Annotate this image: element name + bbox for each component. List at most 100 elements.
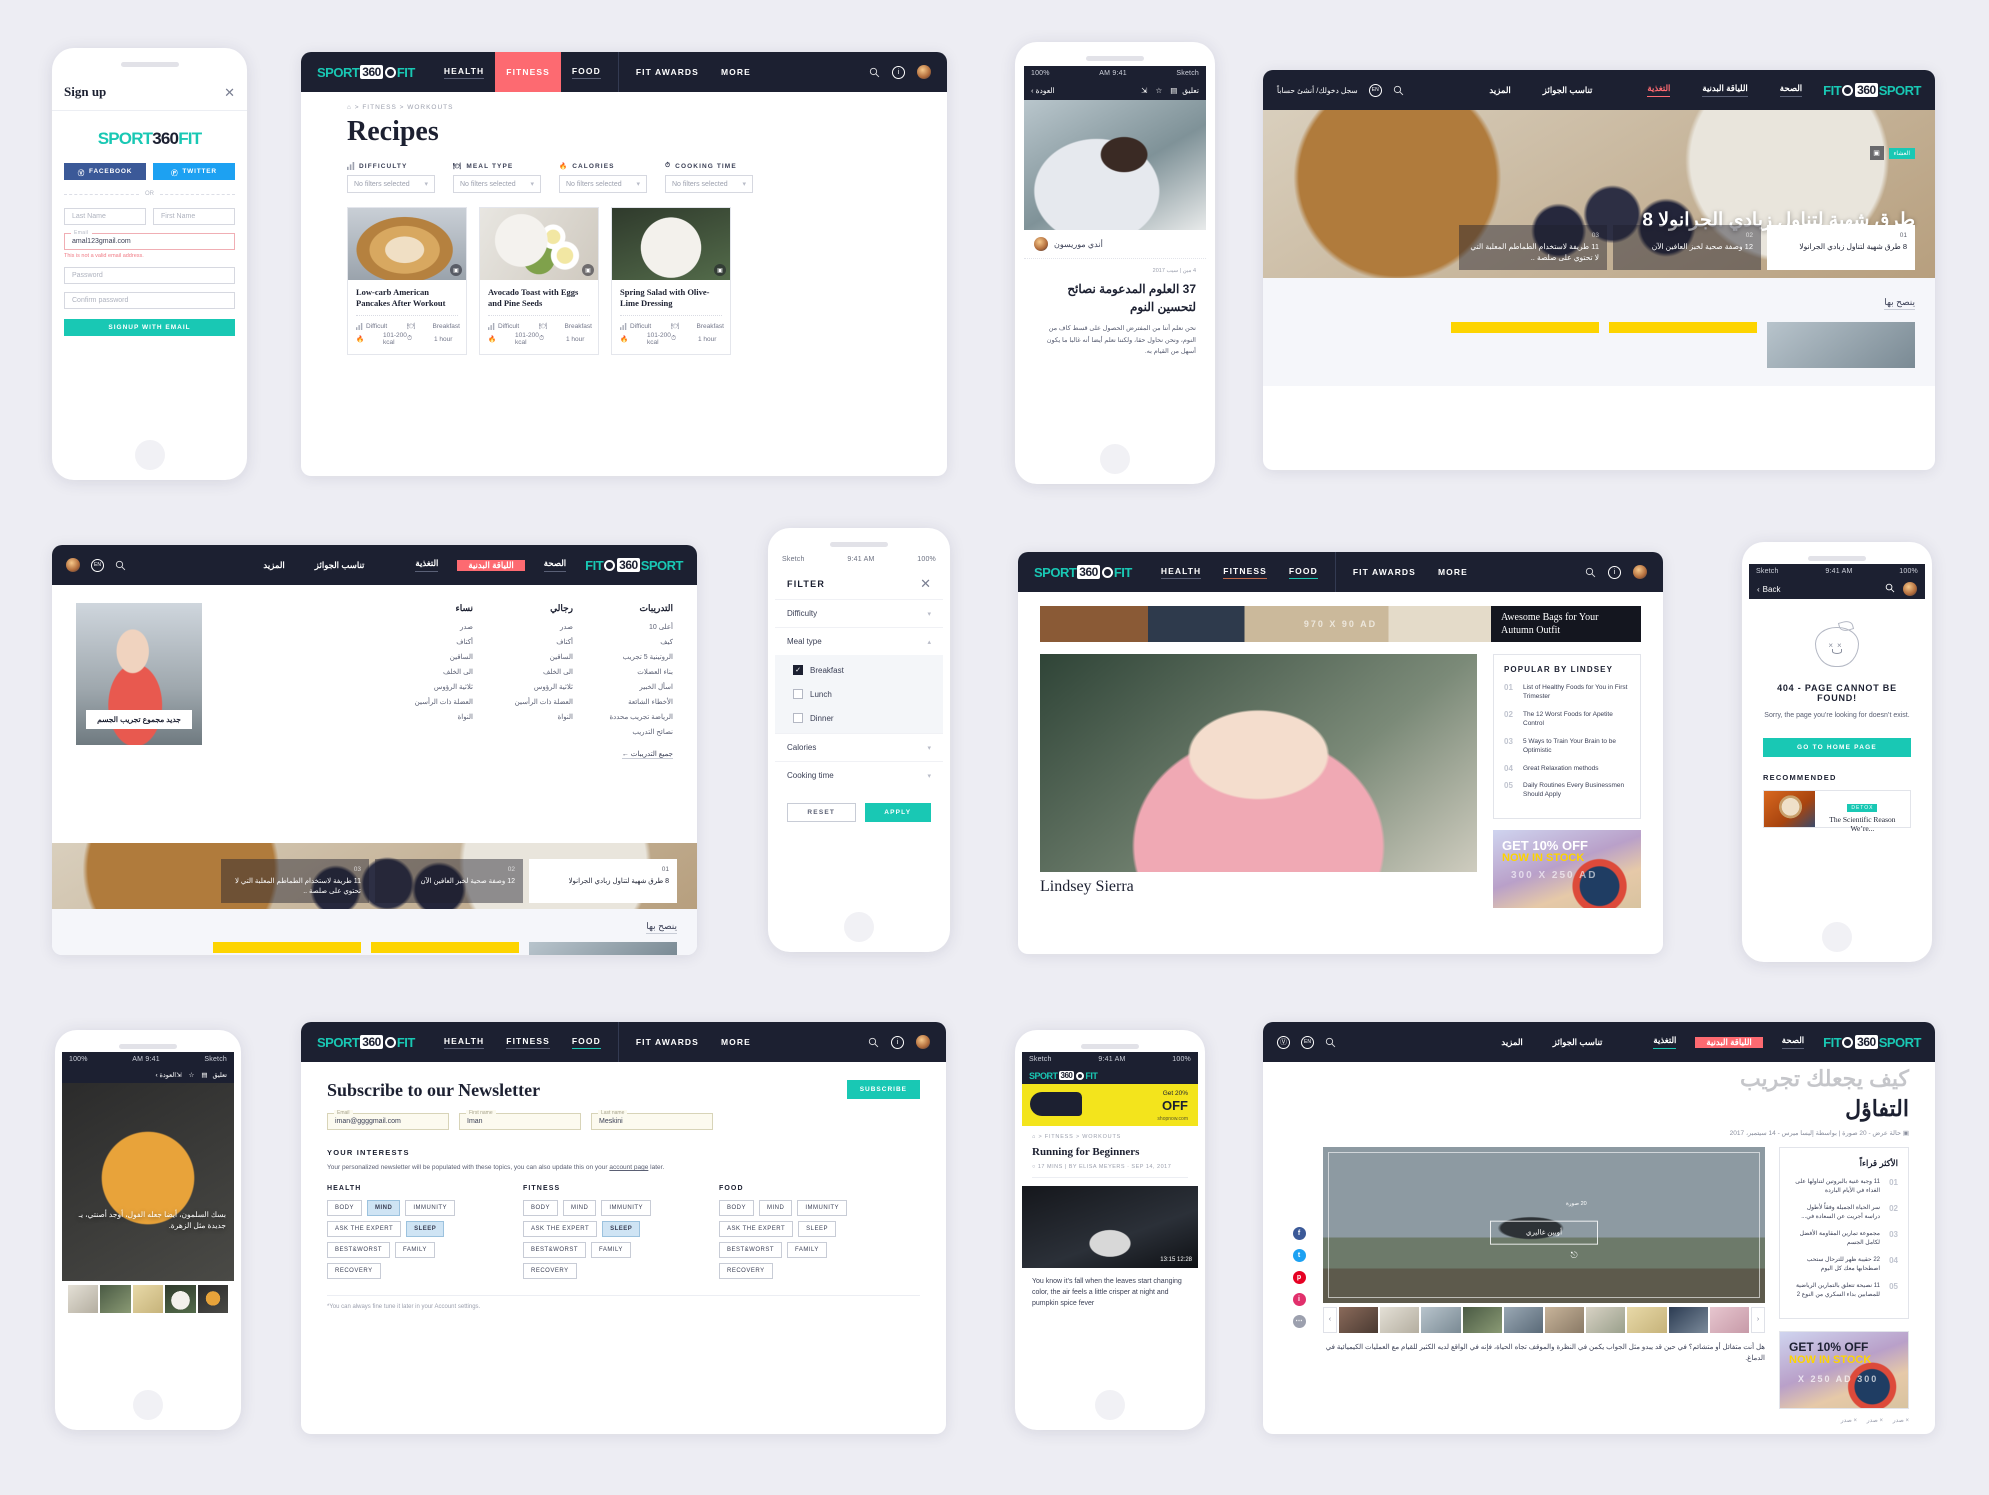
interest-tag[interactable]: BODY — [523, 1200, 559, 1216]
hero-card[interactable]: 02 12 وصفة صحية لخبز العافين الآن — [1613, 224, 1761, 270]
thumbnail[interactable] — [1503, 1306, 1543, 1333]
tag-chip[interactable]: × صدر — [1867, 1418, 1883, 1424]
recipe-card[interactable]: ▣ Low-carb American Pancakes After Worko… — [347, 207, 467, 356]
sidebar-ad[interactable]: GET 10% OFF NOW IN STOCK 300 X 250 AD — [1779, 1330, 1909, 1409]
hero-card-active[interactable]: 01 8 طرق شهية لتناول زبادي الجرانولا — [529, 859, 677, 903]
interest-tag[interactable]: BODY — [327, 1200, 363, 1216]
search-icon[interactable] — [1393, 85, 1404, 96]
thumbnail[interactable] — [1338, 1306, 1379, 1333]
nav-item-awards[interactable]: تناسب الجوائز — [1542, 1037, 1614, 1048]
menu-item[interactable]: ثلاثية الرؤوس — [487, 683, 573, 691]
thumbnail[interactable] — [1668, 1306, 1708, 1333]
thumbnail[interactable] — [100, 1285, 131, 1313]
interest-tag[interactable]: FAMILY — [787, 1242, 827, 1258]
brand-logo[interactable]: SPORT 360 FIT — [317, 65, 415, 80]
info-icon[interactable]: i — [892, 65, 905, 79]
nav-item-health[interactable]: HEALTH — [433, 52, 495, 92]
email-input[interactable]: Email amal123gmail.com — [64, 230, 235, 250]
info-icon[interactable]: i — [1608, 565, 1621, 579]
close-icon[interactable]: ✕ — [920, 577, 931, 590]
nav-item-fit-awards[interactable]: FIT AWARDS — [625, 1022, 710, 1062]
email-field[interactable]: Email iman@ggggmail.com — [327, 1110, 449, 1130]
interest-tag[interactable]: BEST&WORST — [523, 1242, 587, 1258]
go-home-button[interactable]: GO TO HOME PAGE — [1763, 737, 1911, 757]
avatar[interactable] — [1903, 582, 1917, 596]
recommend-card[interactable] — [213, 942, 361, 955]
comment-icon[interactable]: ▤ — [201, 1071, 207, 1079]
home-button[interactable] — [134, 440, 165, 470]
nav-item-fitness[interactable]: FITNESS — [1212, 552, 1278, 592]
comment-icon[interactable]: ▤ — [1170, 86, 1177, 95]
user-icon[interactable]: Ⓥ — [1277, 1035, 1290, 1049]
password-input[interactable]: Password — [64, 267, 235, 284]
subscribe-button[interactable]: SUBSCRIBE — [846, 1080, 920, 1099]
interest-tag[interactable]: RECOVERY — [523, 1263, 577, 1279]
most-read-item[interactable]: 04 22 حقيبة ظهر للترحال ستحب اصطحابها معك… — [1790, 1256, 1898, 1274]
filter-row-calories[interactable]: Calories ▾ — [775, 733, 943, 761]
brand-logo[interactable]: SPORT 360 FIT — [317, 1035, 415, 1050]
interest-tag[interactable]: RECOVERY — [719, 1263, 773, 1279]
interest-tag[interactable]: IMMUNITY — [601, 1200, 652, 1216]
nav-item-awards[interactable]: تناسب الجوائز — [1532, 85, 1604, 96]
nav-item-more[interactable]: MORE — [710, 52, 762, 92]
interest-tag[interactable]: SLEEP — [798, 1221, 836, 1237]
recommend-card[interactable] — [1609, 322, 1757, 368]
home-button[interactable] — [1100, 444, 1130, 474]
nav-item-health[interactable]: الصحة — [533, 558, 577, 572]
menu-item[interactable]: الساقين — [487, 653, 573, 661]
interest-tag[interactable]: BEST&WORST — [719, 1242, 783, 1258]
leaderboard-ad[interactable]: 970 X 90 AD Awesome Bags for Your Autumn… — [1040, 606, 1641, 642]
interest-tag-selected[interactable]: MIND — [367, 1200, 401, 1216]
pinterest-icon[interactable]: p — [1292, 1270, 1306, 1284]
nav-item-fit-awards[interactable]: FIT AWARDS — [1342, 552, 1427, 592]
menu-item-all[interactable]: جميع التدريبات ← — [621, 750, 673, 759]
nav-item-fitness[interactable]: اللياقة البدنية — [1691, 83, 1758, 97]
menu-item[interactable]: الرياضة تجريب محددة — [587, 713, 674, 721]
avatar[interactable] — [917, 65, 931, 79]
hero-card[interactable]: 02 12 وصفة صحية لخبز العافين الآن — [375, 859, 523, 903]
back-button[interactable]: العودة › — [1031, 86, 1055, 95]
reset-button[interactable]: RESET — [787, 803, 856, 822]
home-button[interactable] — [1095, 1390, 1125, 1420]
nav-item-awards[interactable]: تناسب الجوائز — [304, 560, 376, 571]
nav-item-health[interactable]: HEALTH — [433, 1022, 495, 1062]
home-button[interactable] — [133, 1390, 163, 1420]
last-name-field[interactable]: Last name Meskini — [591, 1110, 713, 1130]
menu-item[interactable]: الروتينية 5 تجريب — [587, 653, 673, 661]
language-toggle[interactable]: EN — [1368, 83, 1382, 97]
account-page-link[interactable]: account page — [609, 1164, 648, 1171]
search-icon[interactable] — [1325, 1037, 1336, 1048]
menu-item[interactable]: الى الخلف — [387, 668, 473, 676]
interest-tag-selected[interactable]: SLEEP — [602, 1221, 641, 1237]
recommend-card[interactable] — [1451, 322, 1599, 368]
menu-item[interactable]: العضلة ذات الرأسين — [487, 698, 573, 706]
search-icon[interactable] — [115, 560, 126, 571]
tag-chip[interactable]: × صدر — [1893, 1418, 1909, 1424]
interest-tag-selected[interactable]: SLEEP — [406, 1221, 445, 1237]
mega-promo-image[interactable]: جديد مجموع تجريب الجسم — [76, 603, 202, 745]
menu-item[interactable]: الى الخلف — [487, 668, 573, 676]
nav-item-nutrition[interactable]: التغذية — [1642, 1035, 1687, 1049]
first-name-field[interactable]: First name Iman — [459, 1110, 581, 1130]
confirm-password-input[interactable]: Confirm password — [64, 292, 235, 309]
twitter-button[interactable]: Ⓟ TWITTER — [153, 163, 235, 180]
menu-item[interactable]: صدر — [487, 623, 573, 631]
menu-item[interactable]: ثلاثية الرؤوس — [387, 683, 473, 691]
hero-card[interactable]: 03 11 طريفة لاستخدام الطماطم المعلبة الت… — [221, 859, 369, 903]
menu-item[interactable]: أكتاف — [487, 638, 573, 646]
thumbnail[interactable] — [132, 1285, 164, 1313]
thumbnail[interactable] — [1544, 1306, 1585, 1333]
filter-row-cooking-time[interactable]: Cooking time ▾ — [775, 761, 943, 789]
brand-logo[interactable]: SPORT 360 FIT — [1034, 565, 1132, 580]
thumbnail[interactable] — [1586, 1306, 1626, 1333]
menu-item[interactable]: كيف — [587, 638, 673, 646]
filter-row-difficulty[interactable]: Difficulty ▾ — [775, 599, 943, 627]
nav-item-health[interactable]: الصحة — [1769, 83, 1813, 97]
thumbnail[interactable] — [1380, 1306, 1420, 1333]
nav-item-fit-awards[interactable]: FIT AWARDS — [625, 52, 710, 92]
apply-button[interactable]: APPLY — [864, 803, 931, 822]
popular-item[interactable]: 05 Daily Routines Every Businessmen Shoul… — [1504, 781, 1630, 800]
nav-item-more[interactable]: MORE — [1427, 552, 1479, 592]
avatar[interactable] — [1633, 565, 1647, 579]
nav-item-food[interactable]: FOOD — [1278, 552, 1329, 592]
